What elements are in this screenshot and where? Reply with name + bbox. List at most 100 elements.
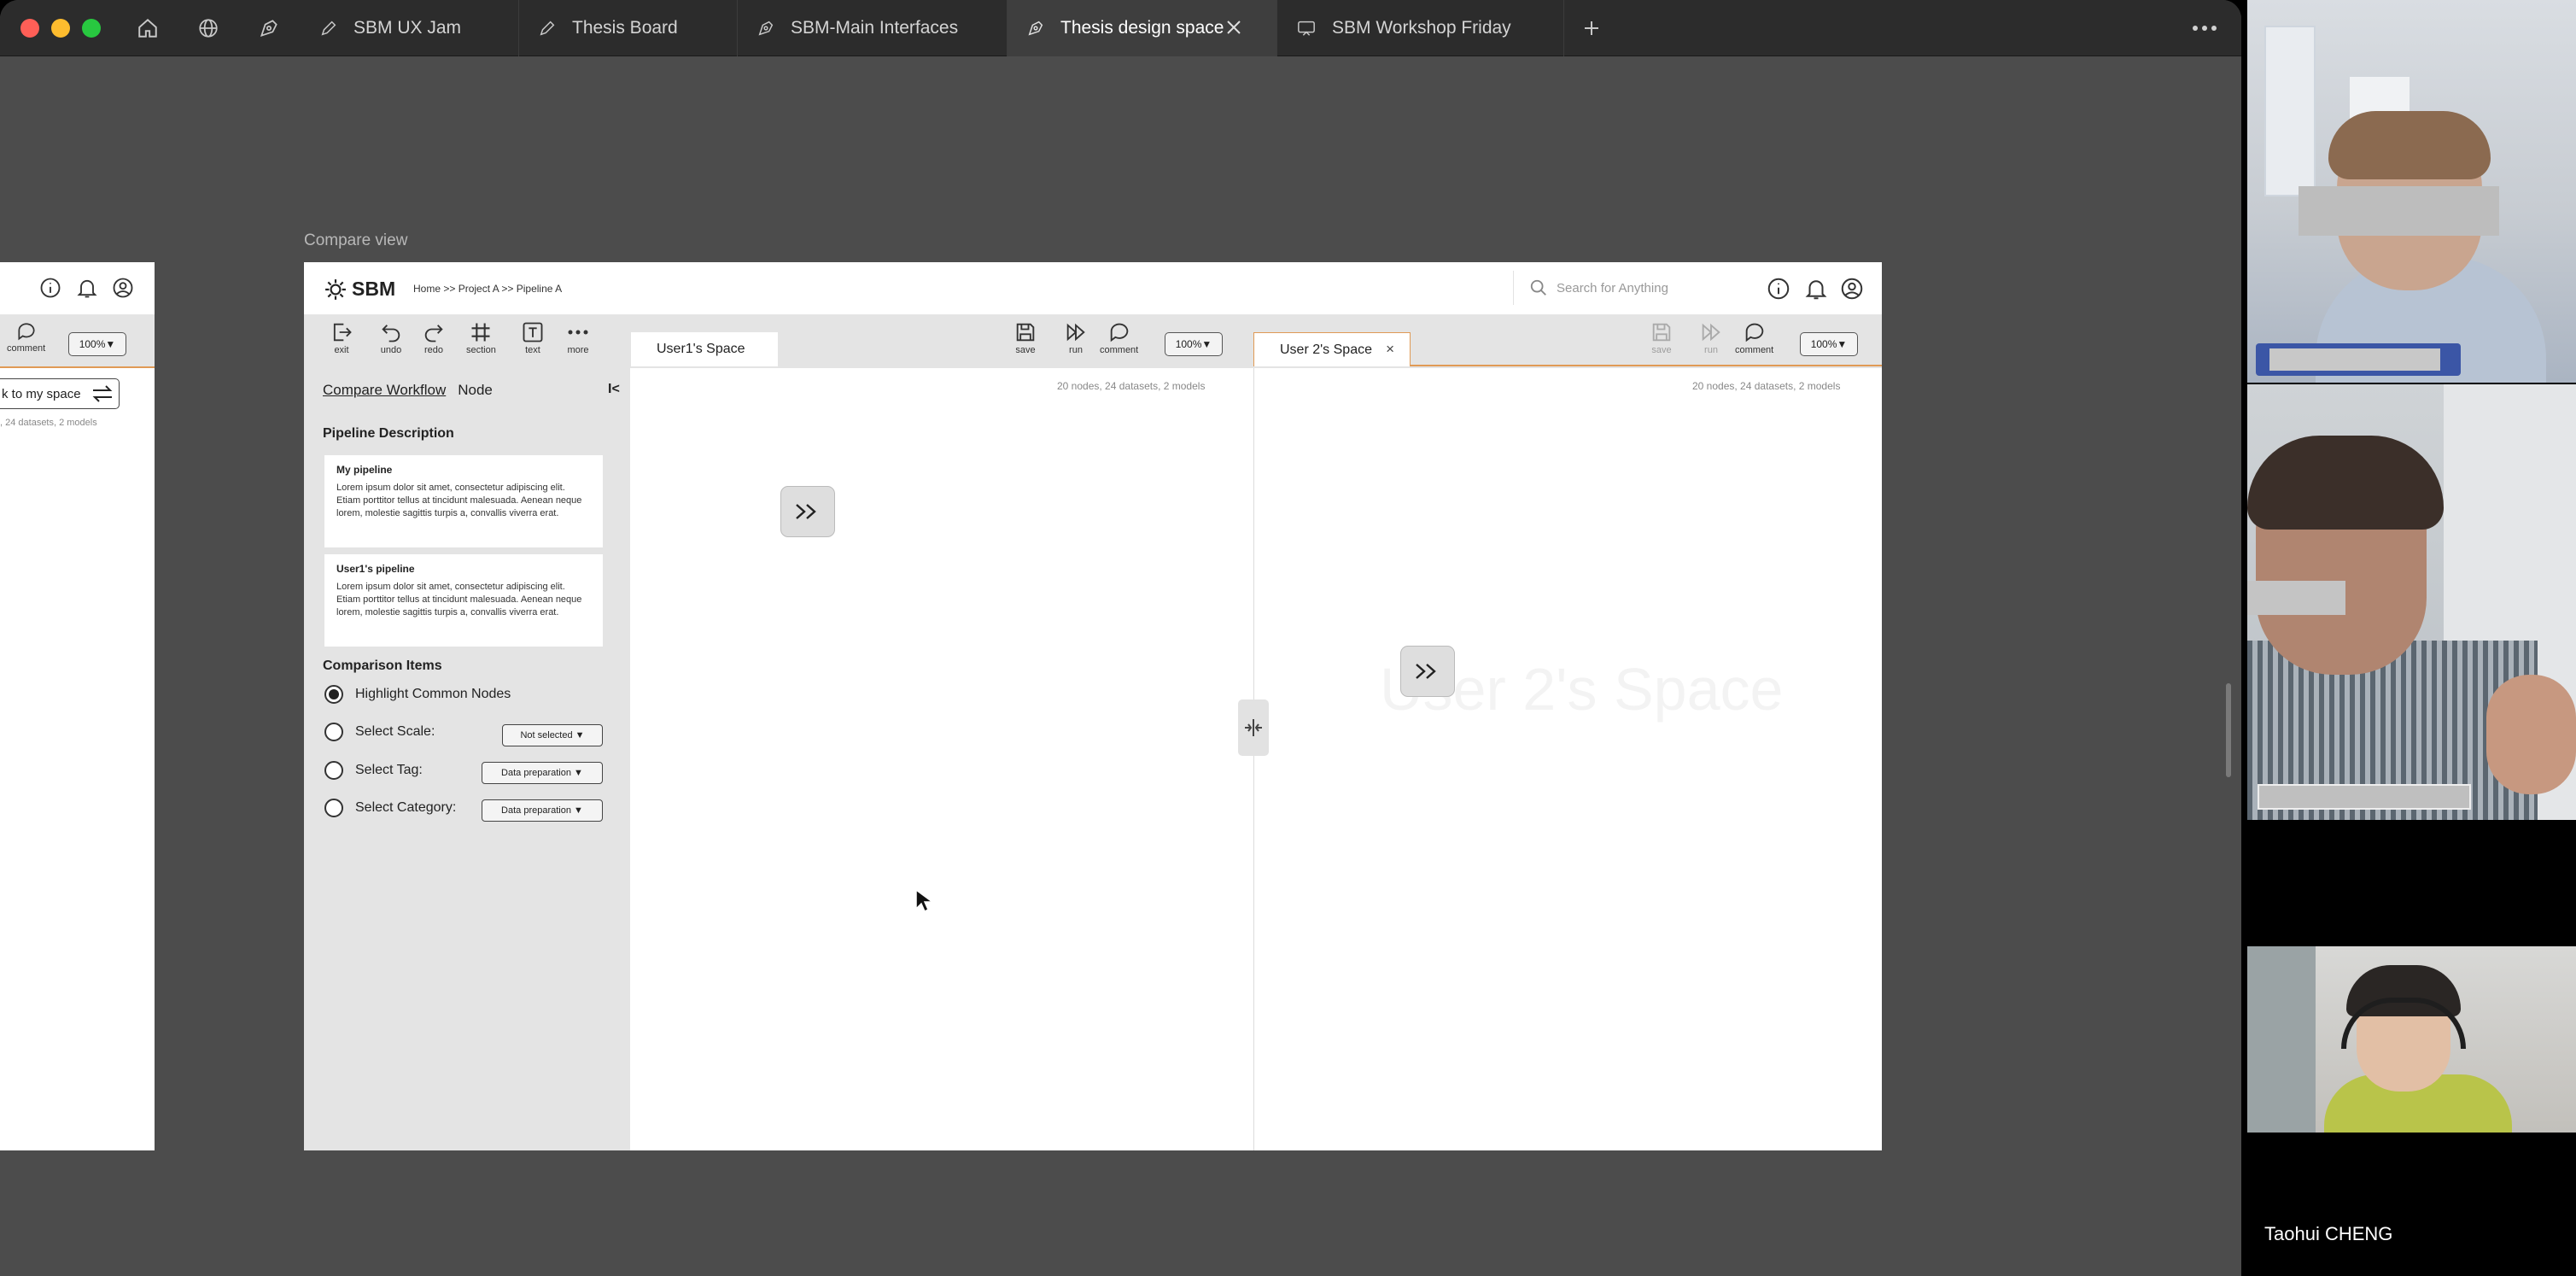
back-to-my-space-button[interactable]: k to my space (0, 378, 120, 409)
pen-icon (321, 20, 336, 36)
split-divider (1253, 368, 1254, 1150)
tag-select[interactable]: Data preparation ▼ (482, 762, 603, 784)
card-title: My pipeline (336, 464, 393, 476)
compare-sidebar: Compare Workflow Node I< Pipeline Descri… (304, 368, 630, 1150)
tool-label: run (1069, 345, 1083, 355)
maximize-window-button[interactable] (82, 19, 101, 38)
breadcrumb[interactable]: Home >> Project A >> Pipeline A (413, 283, 562, 295)
radio-button[interactable] (324, 723, 343, 741)
more-icon (568, 330, 588, 335)
close-window-button[interactable] (20, 19, 39, 38)
gear-logo-icon (325, 278, 346, 300)
tab-thesis-board[interactable]: Thesis Board (519, 0, 738, 56)
split-handle[interactable] (1238, 699, 1269, 756)
whiteboard-icon (1298, 20, 1315, 36)
more-button[interactable]: more (566, 320, 590, 355)
info-icon[interactable] (1766, 276, 1791, 301)
tab-label: Thesis design space (1060, 18, 1224, 38)
scrollbar-thumb[interactable] (2226, 683, 2231, 777)
tab-sbm-ux-jam[interactable]: SBM UX Jam (301, 0, 519, 56)
tab-compare-workflow[interactable]: Compare Workflow (323, 382, 446, 399)
info-icon[interactable] (38, 276, 62, 300)
search-input[interactable]: Search for Anything (1513, 271, 1752, 305)
category-select[interactable]: Data preparation ▼ (482, 799, 603, 822)
space-tab-label: User 2's Space (1280, 342, 1372, 357)
collapse-sidebar-button[interactable]: I< (608, 382, 620, 397)
stats-text: , 24 datasets, 2 models (0, 418, 97, 428)
highlight-common-nodes-radio[interactable]: Highlight Common Nodes (324, 685, 511, 704)
save-button-space1[interactable]: save (1013, 320, 1037, 355)
text-button[interactable]: text (521, 320, 545, 355)
figma-pen-icon (1028, 20, 1043, 36)
app-header: SBM Home >> Project A >> Pipeline A Sear… (304, 262, 1882, 315)
section-button[interactable]: section (466, 320, 496, 355)
globe-icon[interactable] (195, 15, 222, 42)
radio-label: Select Tag: (355, 763, 423, 777)
screen: SBM UX Jam Thesis Board SBM-Main Interfa… (0, 0, 2576, 1276)
stats-space1: 20 nodes, 24 datasets, 2 models (1057, 380, 1206, 392)
run-button-space1[interactable]: run (1064, 320, 1088, 355)
undo-button[interactable]: undo (379, 320, 403, 355)
radio-button[interactable] (324, 799, 343, 817)
zoom-select-space1[interactable]: 100%▼ (1165, 332, 1223, 356)
tool-label: comment (7, 343, 46, 354)
left-frame-toolbar: comment 100%▼ (0, 315, 155, 368)
comment-button-space1[interactable]: comment (1100, 320, 1138, 355)
close-icon[interactable] (1225, 19, 1242, 36)
home-icon[interactable] (134, 15, 161, 42)
comment-icon (1110, 323, 1128, 342)
select-tag-radio[interactable]: Select Tag: (324, 761, 423, 780)
save-button-space2[interactable]: save (1650, 320, 1674, 355)
app-window: SBM UX Jam Thesis Board SBM-Main Interfa… (0, 0, 2241, 1276)
tab-user2-space[interactable]: User 2's Space × (1253, 332, 1411, 366)
tab-user1-space[interactable]: User1's Space (631, 332, 778, 366)
minimize-window-button[interactable] (51, 19, 70, 38)
select-scale-radio[interactable]: Select Scale: (324, 723, 435, 741)
close-icon[interactable]: × (1386, 341, 1394, 358)
figma-pen-icon[interactable] (255, 15, 283, 42)
zoom-select[interactable]: 100%▼ (68, 332, 126, 356)
comment-icon (1745, 323, 1763, 342)
run-button-space2[interactable]: run (1699, 320, 1723, 355)
select-category-radio[interactable]: Select Category: (324, 799, 456, 817)
tool-label: run (1704, 345, 1718, 355)
sbm-logo: SBM (324, 278, 395, 301)
participant-name: Taohui CHENG (2264, 1223, 2393, 1244)
zoom-select-space2[interactable]: 100%▼ (1800, 332, 1858, 356)
stats-space2: 20 nodes, 24 datasets, 2 models (1692, 380, 1841, 392)
tab-node[interactable]: Node (458, 382, 493, 399)
left-frame-header (0, 262, 155, 315)
exit-button[interactable]: exit (330, 320, 353, 355)
node-arrow-icon (1416, 664, 1436, 679)
tab-sbm-workshop-friday[interactable]: SBM Workshop Friday (1277, 0, 1564, 56)
person-hair (2328, 111, 2491, 179)
background-poster (2264, 26, 2316, 196)
tab-thesis-design-space[interactable]: Thesis design space (1008, 0, 1277, 56)
bell-icon[interactable] (75, 276, 99, 300)
tab-label: SBM Workshop Friday (1332, 18, 1511, 38)
pipeline-card-user1: User1's pipeline Lorem ipsum dolor sit a… (324, 554, 603, 647)
comment-button[interactable]: comment (7, 320, 45, 354)
comment-button-space2[interactable]: comment (1735, 320, 1773, 355)
face-blur (2247, 581, 2345, 615)
pipeline-node[interactable] (1400, 646, 1455, 697)
main-toolbar: exit undo redo section text more save ru… (304, 315, 1882, 368)
swap-icon (92, 385, 112, 402)
user-icon[interactable] (111, 276, 135, 300)
node-arrow-icon (796, 504, 816, 519)
radio-button[interactable] (324, 685, 343, 704)
user-icon[interactable] (1839, 276, 1865, 301)
pipeline-node[interactable] (780, 486, 835, 537)
person-hair (2247, 436, 2444, 530)
tool-label: exit (334, 345, 349, 355)
radio-button[interactable] (324, 761, 343, 780)
plus-icon[interactable] (1578, 15, 1605, 42)
space-tab-label: User1's Space (657, 342, 745, 356)
bell-icon[interactable] (1803, 276, 1829, 301)
redo-button[interactable]: redo (422, 320, 446, 355)
scale-select[interactable]: Not selected ▼ (502, 724, 603, 746)
exit-icon (333, 323, 352, 342)
tab-sbm-main-interfaces[interactable]: SBM-Main Interfaces (738, 0, 1008, 56)
more-icon[interactable] (2191, 15, 2218, 42)
save-icon (1652, 323, 1671, 342)
